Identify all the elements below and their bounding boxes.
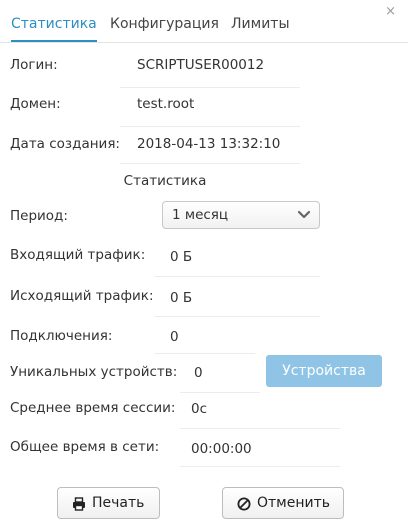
period-select[interactable]: 1 месяц [162,201,320,229]
tab-configuration[interactable]: Конфигурация [110,16,219,40]
print-button-label: Печать [92,495,145,511]
total-time-value: 00:00:00 [191,441,252,457]
login-value: SCRIPTUSER00012 [137,57,265,73]
cancel-button[interactable]: Отменить [222,487,344,519]
divider [180,428,340,429]
statistics-section-title: Статистика [123,173,207,189]
period-selected-value: 1 месяц [172,207,229,223]
divider [180,392,260,393]
connections-label: Подключения: [10,328,113,344]
created-value: 2018-04-13 13:32:10 [137,136,281,152]
chevron-down-icon [297,210,311,219]
divider [155,276,320,277]
tab-bar: Статистика Конфигурация Лимиты [0,0,408,43]
divider [120,87,300,88]
tab-limits[interactable]: Лимиты [231,16,290,40]
unique-devices-label: Уникальных устройств: [10,364,178,380]
unique-devices-value: 0 [194,365,203,381]
domain-value: test.root [137,96,195,112]
avg-session-label: Среднее время сессии: [10,400,176,416]
print-button[interactable]: Печать [57,487,160,519]
divider [180,466,340,467]
divider [120,126,300,127]
created-label: Дата создания: [10,136,120,152]
printer-icon [73,497,85,511]
incoming-traffic-value: 0 Б [170,249,193,265]
devices-button[interactable]: Устройства [266,355,382,387]
divider [155,316,320,317]
avg-session-value: 0с [191,401,208,417]
total-time-label: Общее время в сети: [10,439,160,455]
divider [155,353,255,354]
incoming-traffic-label: Входящий трафик: [10,247,146,263]
ban-icon [237,497,251,511]
login-label: Логин: [10,57,58,73]
tab-statistics[interactable]: Статистика [11,16,97,42]
outgoing-traffic-label: Исходящий трафик: [10,288,154,304]
outgoing-traffic-value: 0 Б [170,290,193,306]
divider [120,163,300,164]
connections-value: 0 [170,329,179,345]
domain-label: Домен: [10,96,61,112]
cancel-button-label: Отменить [257,495,331,511]
period-label: Период: [10,208,68,224]
